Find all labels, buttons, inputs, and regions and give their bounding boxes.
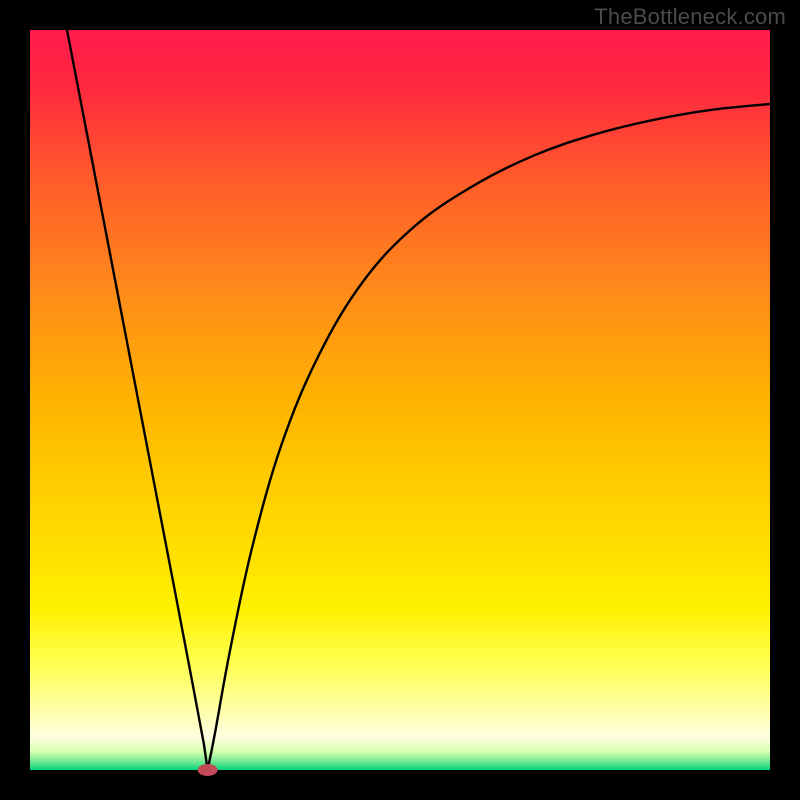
chart-svg [0, 0, 800, 800]
watermark-text: TheBottleneck.com [594, 4, 786, 30]
plot-background [30, 30, 770, 770]
minimum-marker [198, 764, 218, 776]
chart-frame: TheBottleneck.com [0, 0, 800, 800]
